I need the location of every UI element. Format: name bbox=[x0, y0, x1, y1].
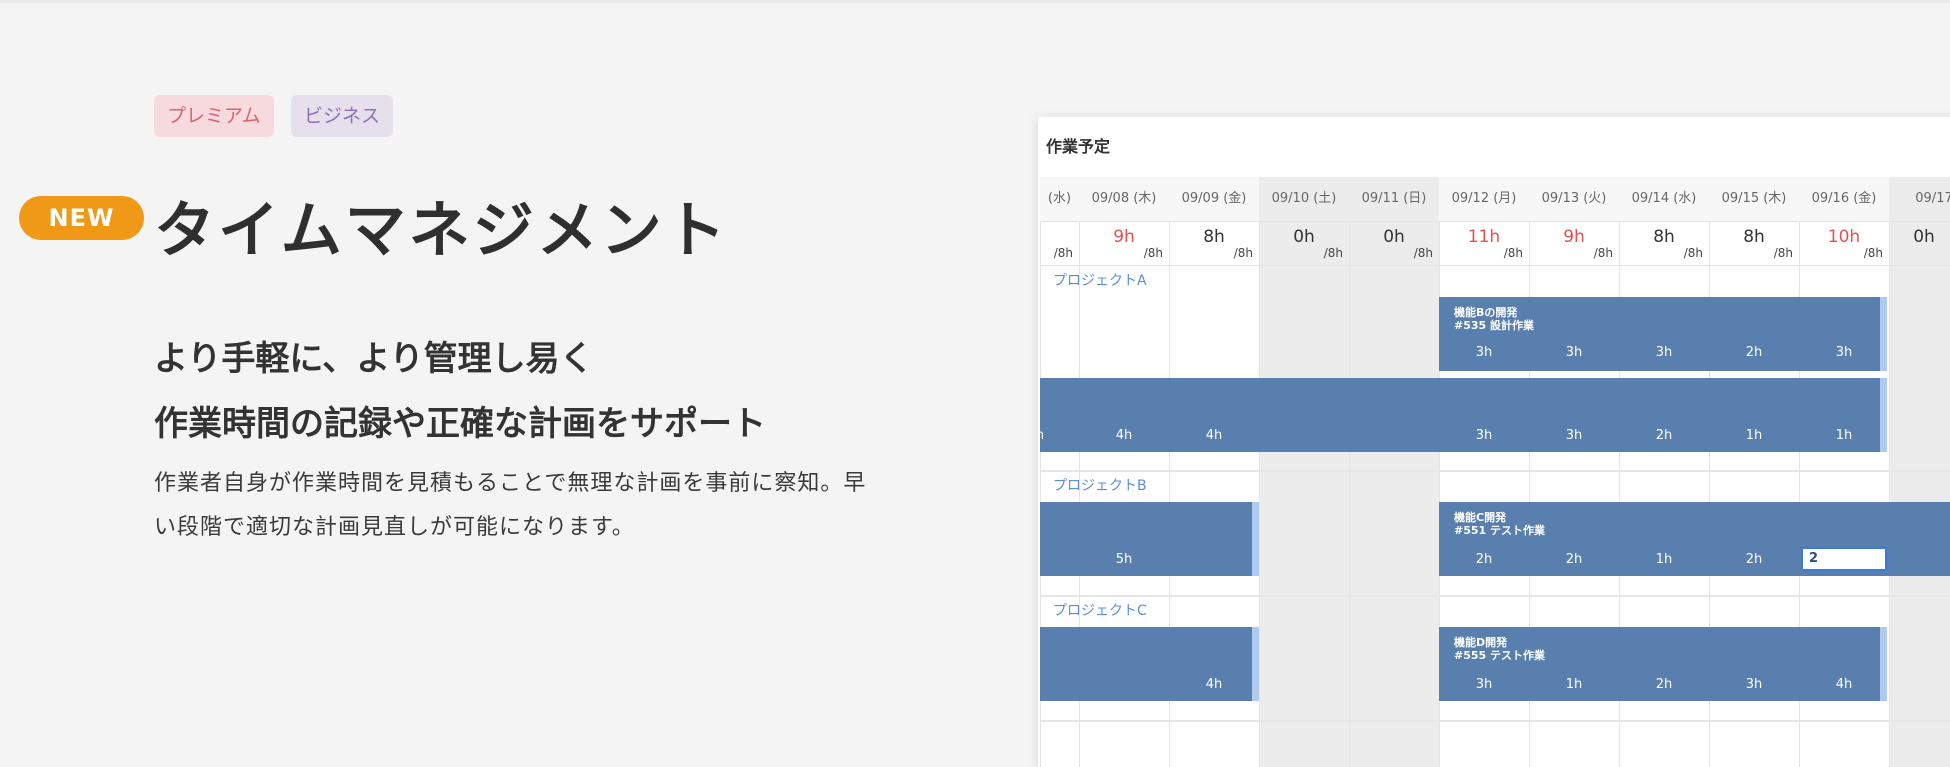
task-hours[interactable]: 4h bbox=[1079, 428, 1169, 443]
hours-edit-input[interactable]: 2 bbox=[1801, 547, 1887, 571]
task-hours[interactable]: 1h bbox=[1529, 677, 1619, 692]
date-header: 09/13 (火) bbox=[1541, 191, 1607, 206]
day-total: 0h bbox=[1293, 227, 1315, 247]
premium-badge: プレミアム bbox=[154, 95, 274, 137]
day-capacity: /8h bbox=[1143, 246, 1163, 260]
task-ticket: #551 テスト作業 bbox=[1454, 524, 1546, 537]
day-total-cell: 0h bbox=[1889, 221, 1950, 265]
business-badge: ビジネス bbox=[291, 95, 394, 137]
totals-divider bbox=[1040, 265, 1950, 266]
subtitle-line-2: 作業時間の記録や正確な計画をサポート bbox=[154, 404, 766, 444]
schedule-app-window: 作業予定 (水) 09/08 (木) 09/09 (金) 09/10 (土) 0… bbox=[1038, 117, 1950, 767]
day-capacity: /8h bbox=[1593, 246, 1613, 260]
task-hours[interactable]: 2h bbox=[1709, 345, 1799, 360]
project-label-c[interactable]: プロジェクトC bbox=[1053, 600, 1147, 620]
task-hours[interactable]: 1h bbox=[1619, 552, 1709, 567]
day-total-cell: 9h /8h bbox=[1529, 221, 1619, 265]
feature-description: 作業者自身が作業時間を見積もることで無理な計画を事前に察知。早い段階で適切な計画… bbox=[154, 471, 867, 540]
schedule-grid: (水) 09/08 (木) 09/09 (金) 09/10 (土) 09/11 … bbox=[1040, 177, 1950, 767]
resize-handle[interactable] bbox=[1880, 297, 1887, 371]
date-header: 09/17 bbox=[1889, 177, 1950, 221]
day-total: 10h bbox=[1827, 227, 1861, 247]
day-total: 9h bbox=[1563, 227, 1585, 247]
task-hours[interactable]: 3h bbox=[1529, 428, 1619, 443]
new-badge: NEW bbox=[19, 196, 144, 240]
day-total-cell: /8h bbox=[1040, 221, 1079, 265]
date-header: (水) bbox=[1047, 191, 1072, 206]
task-hours[interactable]: 3h bbox=[1709, 677, 1799, 692]
resize-handle[interactable] bbox=[1252, 627, 1259, 701]
subtitle-line-1: より手軽に、より管理し易く bbox=[154, 339, 594, 379]
task-hours[interactable]: 5h bbox=[1079, 552, 1169, 567]
task-hours[interactable]: 4h bbox=[1169, 677, 1259, 692]
date-header: 09/12 (月) bbox=[1451, 191, 1517, 206]
date-header: 09/08 (木) bbox=[1091, 191, 1157, 206]
date-header: 09/10 (土) bbox=[1259, 177, 1349, 221]
day-total: 8h bbox=[1743, 227, 1765, 247]
day-total: 11h bbox=[1467, 227, 1501, 247]
app-title: 作業予定 bbox=[1046, 137, 1111, 156]
task-ticket: #555 テスト作業 bbox=[1454, 649, 1546, 662]
project-divider bbox=[1040, 470, 1950, 472]
task-hours[interactable]: 1h bbox=[1799, 428, 1889, 443]
day-total: 8h bbox=[1653, 227, 1675, 247]
project-divider bbox=[1040, 720, 1950, 722]
task-hours[interactable]: 3h bbox=[1619, 345, 1709, 360]
top-divider bbox=[0, 0, 1950, 3]
task-hours[interactable]: 2h bbox=[1709, 552, 1799, 567]
task-hours[interactable]: 2h bbox=[1619, 428, 1709, 443]
task-bar-project-b-first[interactable]: 5h bbox=[1040, 502, 1259, 576]
day-total-cell: 0h /8h bbox=[1259, 221, 1349, 265]
task-bar-feature-c-test[interactable]: 機能C開発 #551 テスト作業 2h 2h 1h 2h 2 bbox=[1439, 502, 1950, 576]
day-total-cell: 0h /8h bbox=[1349, 221, 1439, 265]
date-header: 09/09 (金) bbox=[1181, 191, 1247, 206]
project-label-b[interactable]: プロジェクトB bbox=[1053, 475, 1147, 495]
day-total: 9h bbox=[1113, 227, 1135, 247]
day-total-cell: 11h /8h bbox=[1439, 221, 1529, 265]
task-hours[interactable]: 2h bbox=[1439, 552, 1529, 567]
task-hours[interactable]: 3h bbox=[1799, 345, 1889, 360]
task-bar-feature-d-test[interactable]: 機能D開発 #555 テスト作業 3h 1h 2h 3h 4h bbox=[1439, 627, 1887, 701]
project-divider bbox=[1040, 595, 1950, 597]
day-total: 0h bbox=[1383, 227, 1405, 247]
task-hours[interactable]: 2h bbox=[1619, 677, 1709, 692]
task-hours[interactable]: 4h bbox=[1169, 428, 1259, 443]
task-hours[interactable]: 3h bbox=[1439, 345, 1529, 360]
day-capacity: /8h bbox=[1863, 246, 1883, 260]
task-hours[interactable]: 3h bbox=[1439, 677, 1529, 692]
resize-handle[interactable] bbox=[1880, 627, 1887, 701]
page-title: タイムマネジメント bbox=[154, 195, 729, 266]
task-hours[interactable]: 3h bbox=[1439, 428, 1529, 443]
day-total-cell: 8h /8h bbox=[1619, 221, 1709, 265]
date-header: 09/11 (日) bbox=[1349, 177, 1439, 221]
day-total: 8h bbox=[1203, 227, 1225, 247]
chevron-left-icon[interactable]: ‹ bbox=[1070, 757, 1084, 767]
task-hours[interactable]: 2h bbox=[1529, 552, 1619, 567]
task-hours[interactable]: 1h bbox=[1709, 428, 1799, 443]
resize-handle[interactable] bbox=[1880, 378, 1887, 452]
task-ticket: #535 設計作業 bbox=[1454, 319, 1535, 332]
task-bar-feature-b-design[interactable]: 機能Bの開発 #535 設計作業 3h 3h 3h 2h 3h bbox=[1439, 297, 1887, 371]
resize-handle[interactable] bbox=[1252, 502, 1259, 576]
task-hours[interactable]: 4h bbox=[1799, 677, 1889, 692]
day-capacity: /8h bbox=[1773, 246, 1793, 260]
day-capacity: /8h bbox=[1053, 246, 1073, 260]
task-bar-project-c-first[interactable]: 4h bbox=[1040, 627, 1259, 701]
task-hours[interactable]: 3h bbox=[1529, 345, 1619, 360]
day-capacity: /8h bbox=[1503, 246, 1523, 260]
task-bar-project-a-long[interactable]: h 4h 4h 3h 3h 2h 1h 1h bbox=[1040, 378, 1887, 452]
day-total-cell: 9h /8h bbox=[1079, 221, 1169, 265]
date-header: 09/16 (金) bbox=[1811, 191, 1877, 206]
day-capacity: /8h bbox=[1683, 246, 1703, 260]
day-capacity: /8h bbox=[1323, 246, 1343, 260]
project-label-a[interactable]: プロジェクトA bbox=[1053, 270, 1147, 290]
date-header: 09/15 (木) bbox=[1721, 191, 1787, 206]
date-header: 09/14 (水) bbox=[1631, 191, 1697, 206]
day-total-cell: 8h /8h bbox=[1169, 221, 1259, 265]
day-capacity: /8h bbox=[1233, 246, 1253, 260]
day-capacity: /8h bbox=[1413, 246, 1433, 260]
day-total-cell: 8h /8h bbox=[1709, 221, 1799, 265]
day-total: 0h bbox=[1913, 227, 1935, 247]
day-total-cell: 10h /8h bbox=[1799, 221, 1889, 265]
